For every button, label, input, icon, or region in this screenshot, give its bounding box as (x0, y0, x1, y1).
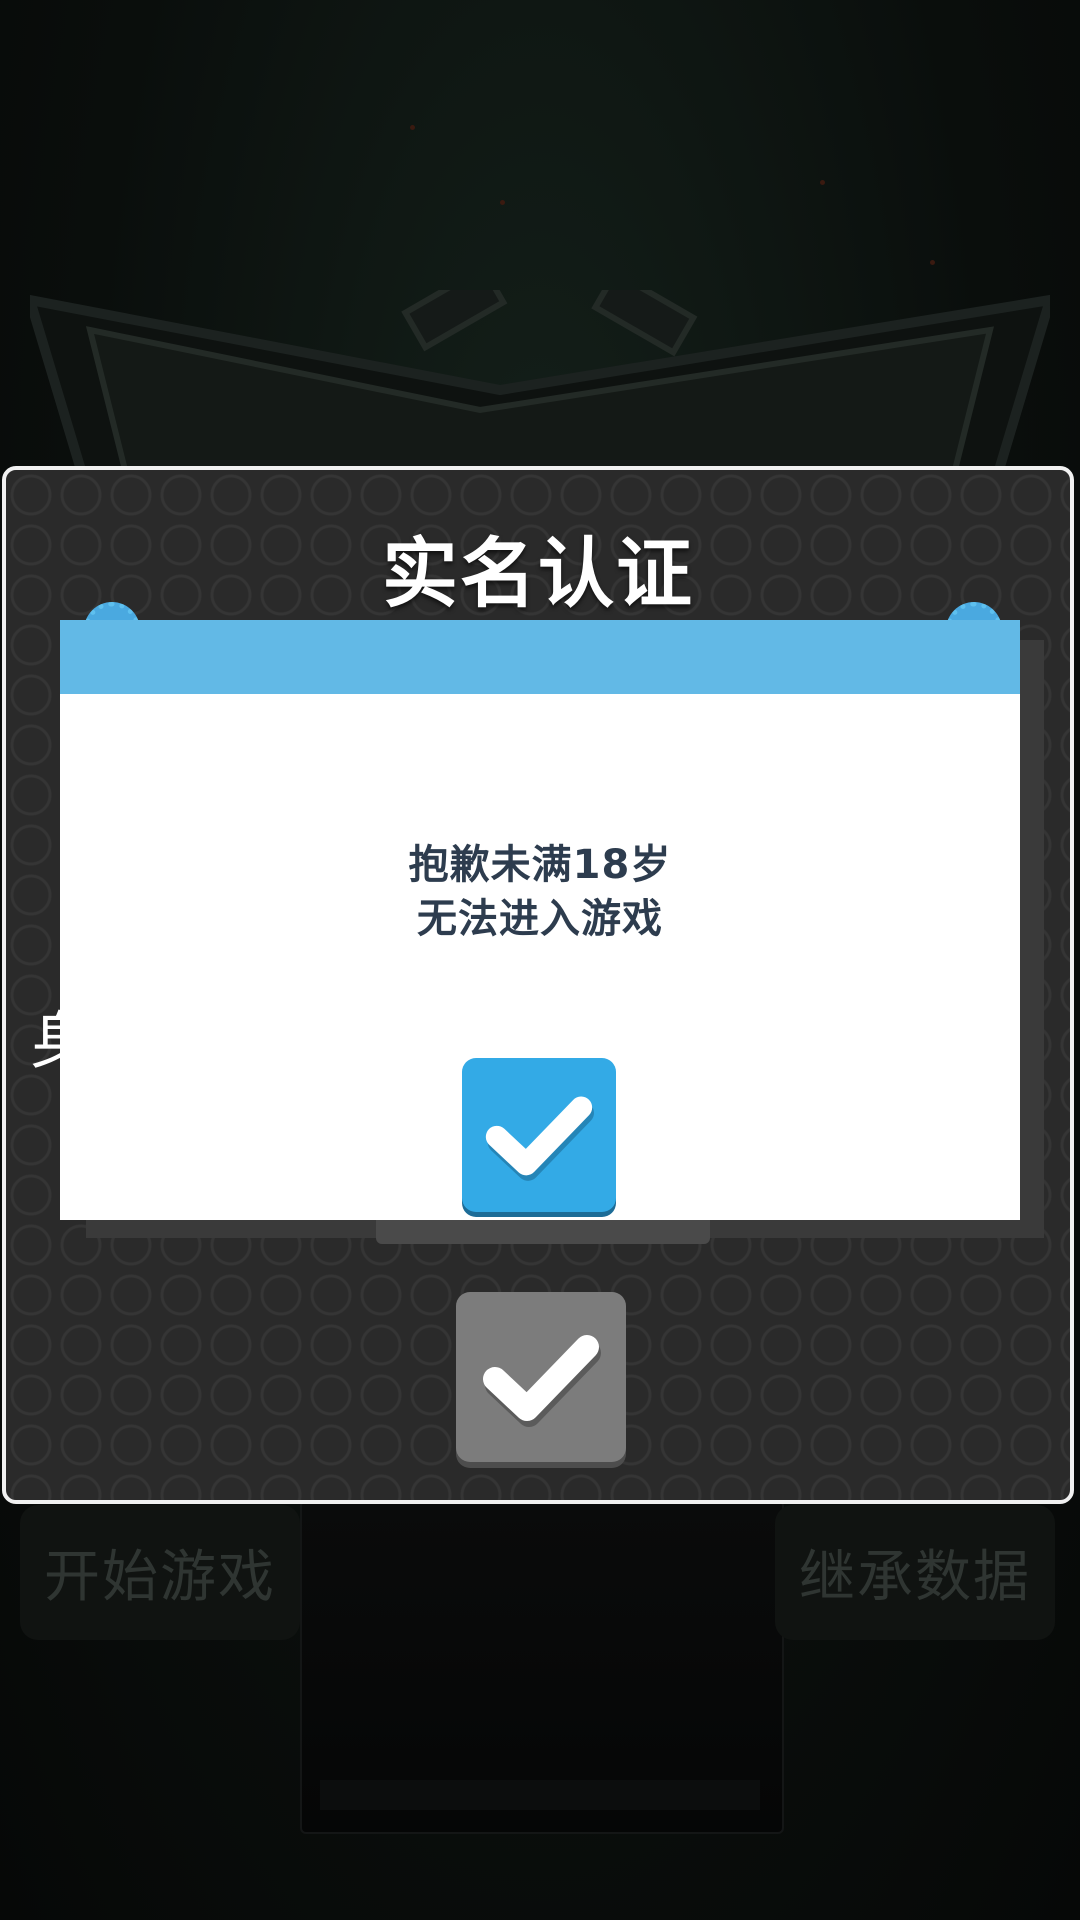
tower-base (320, 1780, 760, 1810)
ember (410, 125, 415, 130)
check-icon (485, 1096, 594, 1181)
dialog-header (60, 620, 1020, 694)
ember (820, 180, 825, 185)
panel-title: 实名认证 (382, 529, 694, 618)
panel-confirm-button[interactable] (456, 1292, 626, 1462)
check-icon (483, 1335, 601, 1427)
dialog-message-line1: 抱歉未满18岁 (408, 842, 672, 888)
ember (930, 260, 935, 265)
ember (500, 200, 505, 205)
start-game-button: 开始游戏 (20, 1505, 300, 1640)
inherit-data-button: 继承数据 (775, 1505, 1055, 1640)
dialog-message-line2: 无法进入游戏 (417, 896, 663, 942)
age-restriction-dialog: 抱歉未满18岁 无法进入游戏 (60, 620, 1020, 1220)
dialog-message: 抱歉未满18岁 无法进入游戏 (60, 838, 1020, 946)
dialog-ok-button[interactable] (462, 1058, 616, 1212)
